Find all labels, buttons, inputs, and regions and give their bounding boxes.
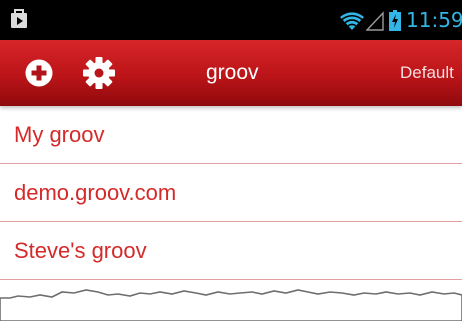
- server-list: My groov demo.groov.com Steve's groov: [0, 106, 462, 280]
- notification-icon: [11, 9, 27, 28]
- torn-edge-decoration: [0, 289, 462, 321]
- default-button[interactable]: Default: [400, 61, 454, 85]
- battery-charging-icon: [389, 10, 401, 31]
- wifi-icon: [340, 12, 364, 30]
- server-list-item[interactable]: demo.groov.com: [0, 164, 462, 222]
- add-icon[interactable]: [25, 59, 53, 87]
- action-bar: groov Default: [0, 40, 462, 106]
- status-bar: 11:59: [0, 0, 462, 40]
- server-list-item[interactable]: Steve's groov: [0, 222, 462, 280]
- server-name: Steve's groov: [14, 238, 147, 263]
- server-list-item[interactable]: My groov: [0, 106, 462, 164]
- app-title: groov: [206, 61, 259, 84]
- server-name: My groov: [14, 122, 105, 147]
- app-screen: 11:59 groov Default My groov demo.groov.…: [0, 0, 462, 321]
- settings-gear-icon[interactable]: [82, 56, 116, 90]
- status-time: 11:59: [406, 8, 462, 32]
- server-name: demo.groov.com: [14, 180, 177, 205]
- cell-signal-icon: [366, 11, 384, 31]
